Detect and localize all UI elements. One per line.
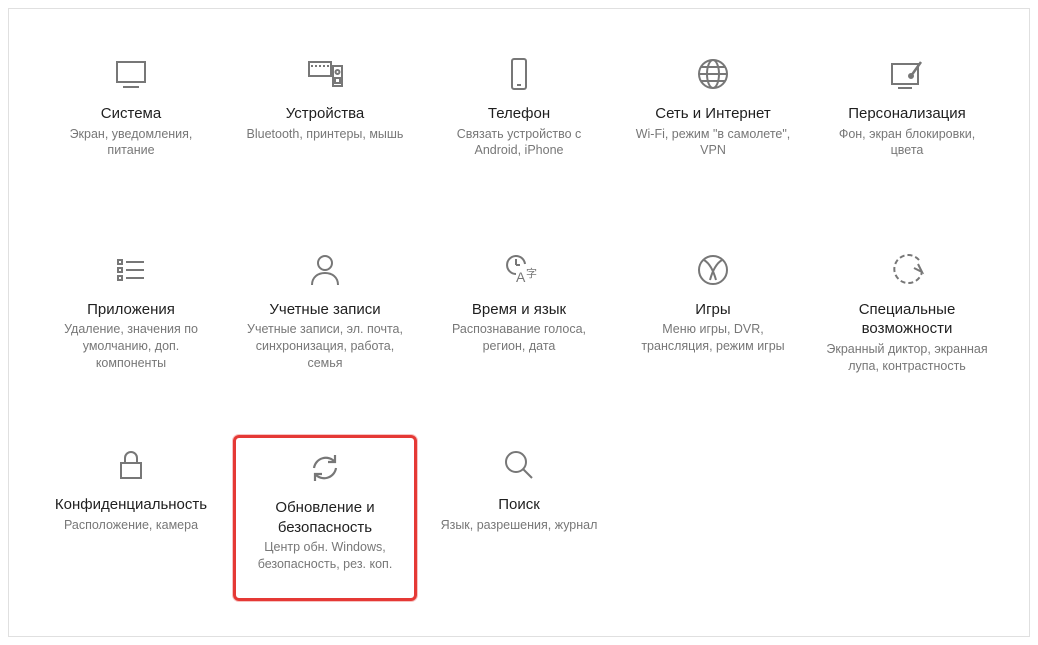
svg-text:A: A [516,269,526,285]
tile-desc: Удаление, значения по умолчанию, доп. ко… [46,321,216,372]
tile-desc: Распознавание голоса, регион, дата [434,321,604,355]
tile-desc: Wi-Fi, режим "в самолете", VPN [628,126,798,160]
time-language-icon: A 字 [499,250,539,290]
tile-gaming[interactable]: Игры Меню игры, DVR, трансляция, режим и… [621,240,805,406]
tile-time-language[interactable]: A 字 Время и язык Распознавание голоса, р… [427,240,611,406]
tile-title: Поиск [498,495,540,515]
tile-title: Игры [695,300,730,320]
tile-system[interactable]: Система Экран, уведомления, питание [39,44,223,210]
tile-desc: Учетные записи, эл. почта, синхронизация… [240,321,410,372]
apps-icon [111,250,151,290]
tile-desc: Фон, экран блокировки, цвета [822,126,992,160]
svg-text:字: 字 [526,266,537,280]
tile-title: Персонализация [848,104,966,124]
person-icon [305,250,345,290]
phone-icon [499,54,539,94]
personalization-icon [887,54,927,94]
tile-desc: Связать устройство с Android, iPhone [434,126,604,160]
settings-grid: Система Экран, уведомления, питание Устр… [8,8,1030,637]
tile-desc: Центр обн. Windows, безопасность, рез. к… [242,539,408,573]
tile-devices[interactable]: Устройства Bluetooth, принтеры, мышь [233,44,417,210]
globe-icon [693,54,733,94]
devices-icon [305,54,345,94]
tile-network[interactable]: Сеть и Интернет Wi-Fi, режим "в самолете… [621,44,805,210]
tile-desc: Экран, уведомления, питание [46,126,216,160]
tile-title: Система [101,104,161,124]
tile-title: Время и язык [472,300,566,320]
lock-icon [111,445,151,485]
sync-icon [305,448,345,488]
tile-ease-of-access[interactable]: Специальные возможности Экранный диктор,… [815,240,999,406]
tile-title: Учетные записи [269,300,380,320]
tile-search[interactable]: Поиск Язык, разрешения, журнал [427,435,611,601]
tile-title: Специальные возможности [821,300,993,339]
tile-desc: Bluetooth, принтеры, мышь [247,126,404,143]
tile-title: Сеть и Интернет [655,104,771,124]
tile-update-security[interactable]: Обновление и безопасность Центр обн. Win… [233,435,417,601]
tile-desc: Меню игры, DVR, трансляция, режим игры [628,321,798,355]
tile-apps[interactable]: Приложения Удаление, значения по умолчан… [39,240,223,406]
tile-accounts[interactable]: Учетные записи Учетные записи, эл. почта… [233,240,417,406]
tile-desc: Экранный диктор, экранная лупа, контраст… [822,341,992,375]
search-icon [499,445,539,485]
ease-icon [887,250,927,290]
tile-phone[interactable]: Телефон Связать устройство с Android, iP… [427,44,611,210]
xbox-icon [693,250,733,290]
display-icon [111,54,151,94]
tile-desc: Язык, разрешения, журнал [441,517,598,534]
tile-title: Приложения [87,300,175,320]
tile-title: Телефон [488,104,550,124]
tile-desc: Расположение, камера [64,517,198,534]
tile-privacy[interactable]: Конфиденциальность Расположение, камера [39,435,223,601]
tile-personalization[interactable]: Персонализация Фон, экран блокировки, цв… [815,44,999,210]
tile-title: Конфиденциальность [55,495,207,515]
tile-title: Устройства [286,104,364,124]
tile-title: Обновление и безопасность [242,498,408,537]
